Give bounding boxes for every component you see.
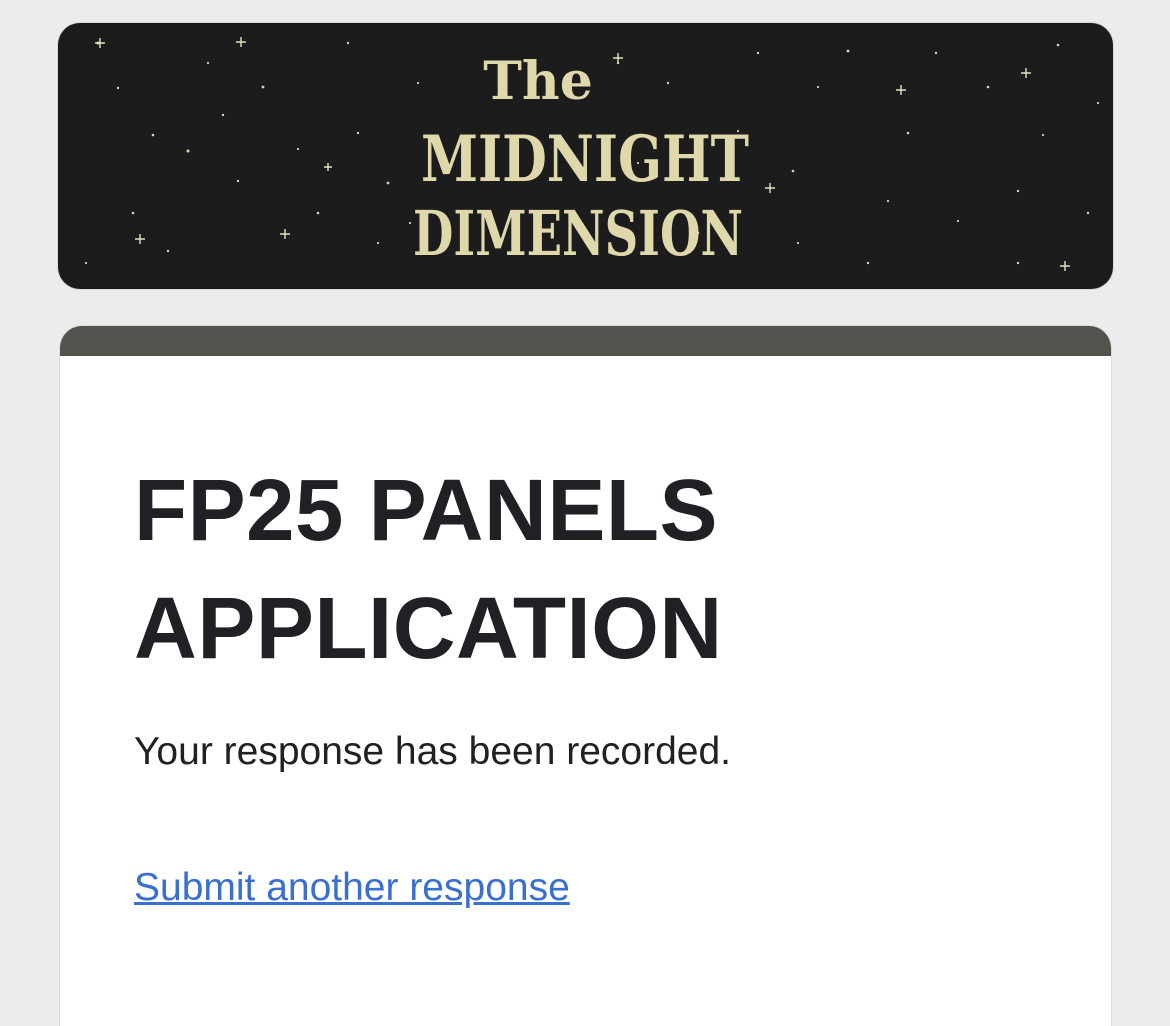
confirmation-card: FP25 PANELS APPLICATION Your response ha… <box>60 326 1111 1026</box>
logo-line-2: MIDNIGHT <box>421 122 749 197</box>
form-title-line-1: FP25 PANELS <box>134 462 719 559</box>
logo-line-1: The <box>483 51 593 112</box>
midnight-dimension-logo: The MIDNIGHT DIMENSION <box>413 51 749 270</box>
submit-another-response-link[interactable]: Submit another response <box>134 862 570 914</box>
form-title: FP25 PANELS APPLICATION <box>134 452 1034 688</box>
header-banner: The MIDNIGHT DIMENSION <box>58 23 1113 289</box>
form-title-line-2: APPLICATION <box>134 580 723 677</box>
starfield-background: The MIDNIGHT DIMENSION <box>84 37 1100 271</box>
confirmation-message: Your response has been recorded. <box>134 730 731 773</box>
card-accent-bar <box>60 326 1111 356</box>
logo-line-3: DIMENSION <box>413 197 743 270</box>
